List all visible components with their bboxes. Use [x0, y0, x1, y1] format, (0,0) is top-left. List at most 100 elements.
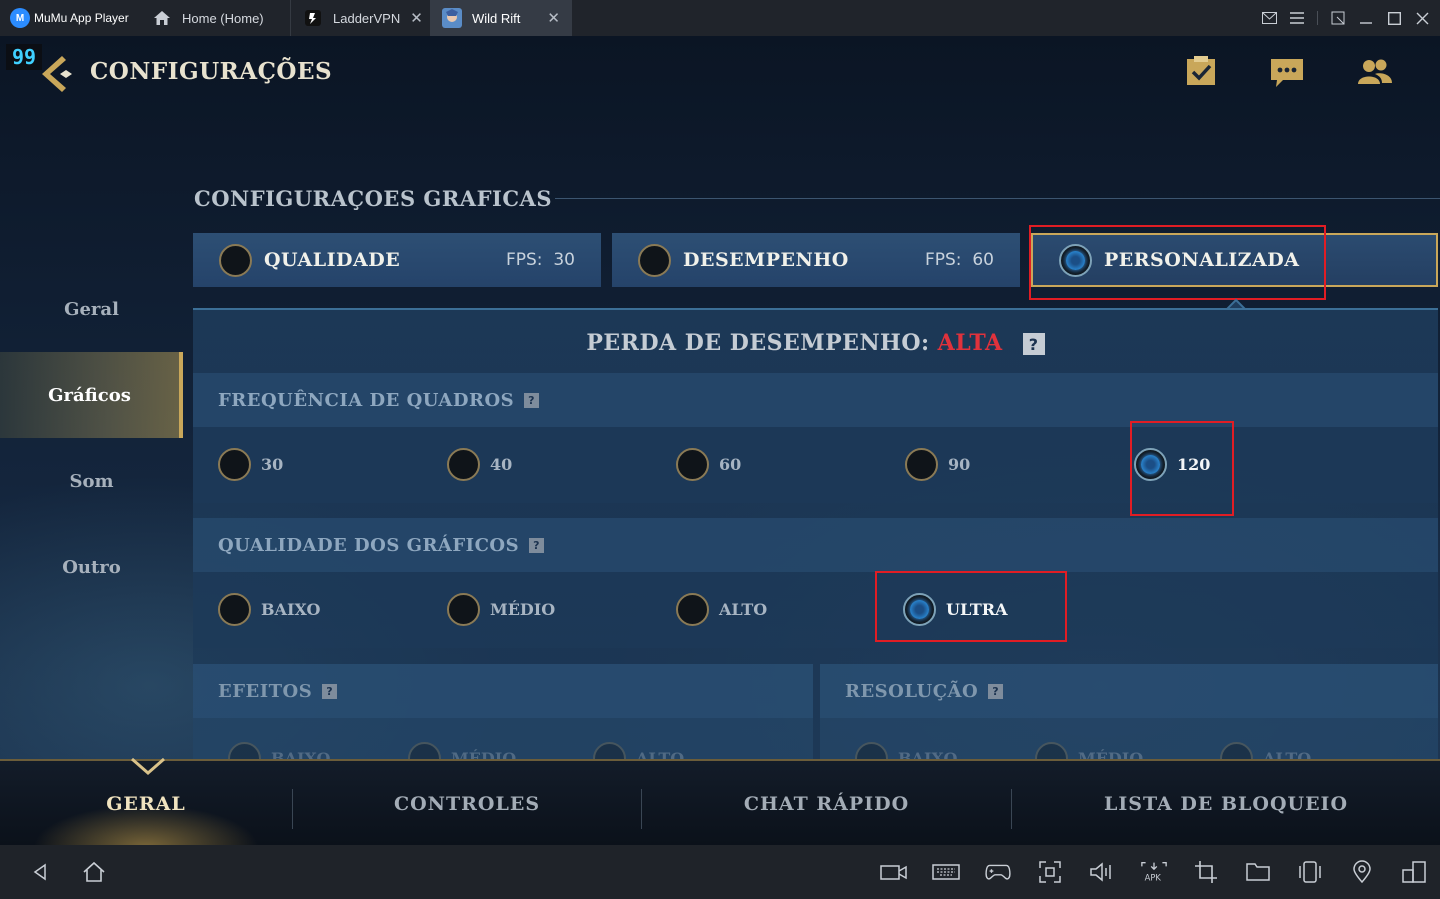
tab-label: Home (Home) — [182, 10, 264, 26]
page-title: CONFIGURAÇÕES — [90, 58, 333, 85]
radio-button — [447, 593, 480, 626]
video-record-icon[interactable] — [880, 859, 908, 885]
settings-side-nav: Geral Gráficos Som Outro — [0, 266, 183, 610]
tab-controles[interactable]: CONTROLES — [293, 761, 641, 845]
radio-button-selected — [1059, 243, 1092, 277]
menu-icon[interactable] — [1289, 10, 1305, 26]
group-header: EFEITOS ? — [193, 664, 813, 718]
multi-window-icon[interactable] — [1400, 859, 1428, 885]
close-window-icon[interactable] — [1414, 10, 1430, 26]
section-title: CONFIGURAÇOES GRAFICAS — [194, 186, 553, 211]
preset-desempenho[interactable]: DESEMPENHO FPS: 60 — [612, 233, 1020, 287]
help-icon[interactable]: ? — [529, 537, 545, 553]
tab-home[interactable]: Home (Home) — [140, 0, 290, 36]
app-name: MuMu App Player — [34, 11, 129, 25]
back-button[interactable] — [38, 54, 80, 94]
radio-button-selected — [903, 593, 936, 626]
option-fps-60[interactable]: 60 — [676, 448, 741, 481]
maximize-icon[interactable] — [1386, 10, 1402, 26]
performance-loss: PERDA DE DESEMPENHO: ALTA? — [193, 330, 1438, 356]
close-icon[interactable]: ✕ — [547, 11, 560, 26]
window-controls — [1261, 10, 1440, 26]
app-brand: M MuMu App Player — [0, 0, 140, 36]
graphics-quality-options: BAIXO MÉDIO ALTO ULTRA — [193, 572, 1438, 648]
mail-icon[interactable] — [1261, 10, 1277, 26]
tab-lista-de-bloqueio[interactable]: LISTA DE BLOQUEIO — [1012, 761, 1440, 845]
divider — [555, 198, 1440, 199]
preset-label: PERSONALIZADA — [1104, 249, 1300, 271]
option-fps-40[interactable]: 40 — [447, 448, 512, 481]
preset-personalizada[interactable]: PERSONALIZADA — [1031, 233, 1438, 287]
crop-icon[interactable] — [1192, 859, 1220, 885]
rotate-device-icon[interactable] — [1296, 859, 1324, 885]
side-nav-graficos[interactable]: Gráficos — [0, 352, 183, 438]
radio-button — [447, 448, 480, 481]
help-icon[interactable]: ? — [322, 683, 338, 699]
tab-wild-rift[interactable]: Wild Rift ✕ — [430, 0, 572, 36]
resolution-options: BAIXO MÉDIO ALTO — [820, 718, 1438, 775]
preset-label: QUALIDADE — [264, 249, 401, 271]
frame-rate-options: 30 40 60 90 120 — [193, 427, 1438, 503]
friends-icon[interactable] — [1356, 54, 1394, 90]
game-screen: 99 CONFIGURAÇÕES Geral Gráficos Som Outr… — [0, 36, 1440, 845]
preset-label: DESEMPENHO — [683, 249, 849, 271]
tab-chat-rapido[interactable]: CHAT RÁPIDO — [642, 761, 1011, 845]
preset-qualidade[interactable]: QUALIDADE FPS: 30 — [193, 233, 601, 287]
svg-text:APK: APK — [1145, 872, 1162, 882]
tab-label: Wild Rift — [472, 10, 521, 26]
group-header: FREQUÊNCIA DE QUADROS ? — [193, 373, 1438, 427]
group-title: RESOLUÇÃO — [845, 680, 979, 702]
group-header: QUALIDADE DOS GRÁFICOS ? — [193, 518, 1438, 572]
option-fps-30[interactable]: 30 — [218, 448, 283, 481]
side-nav-outro[interactable]: Outro — [0, 524, 183, 610]
folder-icon[interactable] — [1244, 859, 1272, 885]
close-icon[interactable]: ✕ — [410, 11, 423, 26]
option-ultra[interactable]: ULTRA — [903, 593, 1008, 626]
radio-button — [219, 243, 252, 277]
gamepad-icon[interactable] — [984, 859, 1012, 885]
help-icon[interactable]: ? — [524, 392, 540, 408]
help-icon[interactable]: ? — [988, 683, 1004, 699]
option-alto[interactable]: ALTO — [676, 593, 767, 626]
group-title: EFEITOS — [218, 680, 313, 702]
performance-loss-value: ALTA — [937, 330, 1003, 356]
radio-button — [638, 243, 671, 277]
tab-label: LadderVPN — [333, 10, 401, 26]
option-medio[interactable]: MÉDIO — [447, 593, 555, 626]
tab-laddervpn[interactable]: LadderVPN ✕ — [290, 0, 430, 36]
effects-options: BAIXO MÉDIO ALTO — [193, 718, 813, 775]
preset-fps: FPS: 30 — [505, 250, 575, 270]
option-fps-120[interactable]: 120 — [1134, 448, 1210, 481]
chat-icon[interactable] — [1268, 54, 1306, 90]
volume-icon[interactable] — [1088, 859, 1116, 885]
fps-counter: 99 — [6, 44, 42, 70]
radio-button — [676, 593, 709, 626]
frame-rate-group: FREQUÊNCIA DE QUADROS ? 30 40 60 90 120 — [193, 373, 1438, 503]
android-back-icon[interactable] — [26, 859, 54, 885]
apk-install-icon[interactable]: APK — [1140, 859, 1168, 885]
wild-rift-icon — [442, 8, 462, 28]
side-nav-som[interactable]: Som — [0, 438, 183, 524]
preset-fps: FPS: 60 — [924, 250, 994, 270]
screenshot-icon[interactable] — [1330, 10, 1346, 26]
missions-icon[interactable] — [1182, 54, 1220, 90]
radio-button — [676, 448, 709, 481]
settings-bottom-nav: GERAL CONTROLES CHAT RÁPIDO LISTA DE BLO… — [0, 757, 1440, 845]
keyboard-icon[interactable] — [932, 859, 960, 885]
location-icon[interactable] — [1348, 859, 1376, 885]
option-baixo[interactable]: BAIXO — [218, 593, 321, 626]
tab-geral[interactable]: GERAL — [0, 761, 292, 845]
group-title: FREQUÊNCIA DE QUADROS — [218, 389, 515, 411]
laddervpn-icon — [303, 8, 323, 28]
help-icon[interactable]: ? — [1022, 333, 1045, 355]
performance-loss-label: PERDA DE DESEMPENHO: — [586, 330, 930, 356]
home-icon — [152, 8, 172, 28]
group-title: QUALIDADE DOS GRÁFICOS — [218, 534, 520, 556]
fullscreen-icon[interactable] — [1036, 859, 1064, 885]
side-nav-geral[interactable]: Geral — [0, 266, 183, 352]
android-home-icon[interactable] — [80, 859, 108, 885]
radio-button — [218, 593, 251, 626]
option-fps-90[interactable]: 90 — [905, 448, 970, 481]
minimize-icon[interactable] — [1358, 10, 1374, 26]
radio-button-selected — [1134, 448, 1167, 481]
